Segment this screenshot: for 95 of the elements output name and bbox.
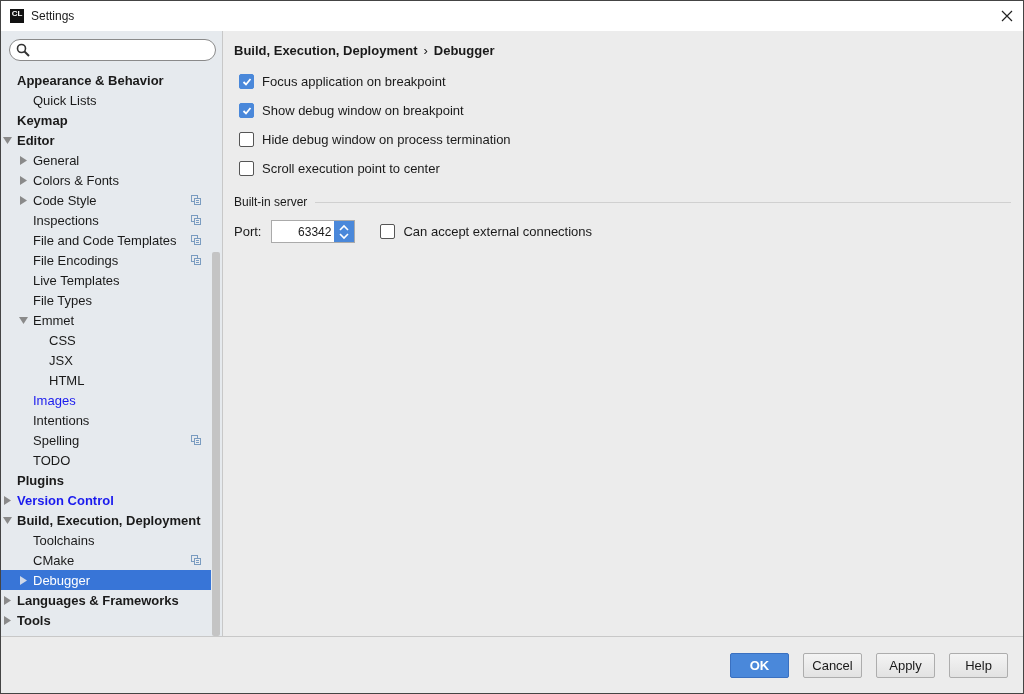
tree-item[interactable]: Toolchains <box>1 530 211 550</box>
tree-item-label: Quick Lists <box>33 92 98 108</box>
checkbox[interactable] <box>239 74 254 89</box>
section-title: Built-in server <box>234 195 308 209</box>
checkmark-icon <box>241 76 252 87</box>
tree-item-label: Version Control <box>17 492 115 508</box>
checkbox-label: Hide debug window on process termination <box>262 132 511 147</box>
expand-arrow-icon[interactable] <box>19 195 28 205</box>
port-label: Port: <box>234 224 262 239</box>
search-icon <box>16 43 30 57</box>
collapse-arrow-icon[interactable] <box>3 135 12 145</box>
tree-item[interactable]: Editor <box>1 130 211 150</box>
tree-item[interactable]: File Types <box>1 290 211 310</box>
tree-item[interactable]: Tools <box>1 610 211 630</box>
tree-item[interactable]: Code Style <box>1 190 211 210</box>
tree-item-label: Emmet <box>33 312 76 328</box>
tree-item-label: Debugger <box>33 572 92 588</box>
collapse-arrow-icon[interactable] <box>3 515 12 525</box>
tree-item[interactable]: Build, Execution, Deployment <box>1 510 211 530</box>
tree-item[interactable]: HTML <box>1 370 211 390</box>
breadcrumb-parent: Build, Execution, Deployment <box>234 43 418 58</box>
ok-button[interactable]: OK <box>730 652 789 678</box>
tree-item-label: JSX <box>49 352 74 368</box>
breadcrumb-separator: › <box>423 43 428 58</box>
tree-item[interactable]: Quick Lists <box>1 90 211 110</box>
checkbox-label: Focus application on breakpoint <box>262 74 446 89</box>
tree-item-label: File Encodings <box>33 252 120 268</box>
checkbox[interactable] <box>239 132 254 147</box>
tree-item-label: CSS <box>49 332 77 348</box>
tree-item-label: Toolchains <box>33 532 96 548</box>
tree-item-label: Intentions <box>33 412 91 428</box>
tree-item[interactable]: Debugger <box>1 570 211 590</box>
expand-arrow-icon[interactable] <box>19 175 28 185</box>
checkbox-label: Show debug window on breakpoint <box>262 103 464 118</box>
breadcrumb-current: Debugger <box>433 43 495 58</box>
tree-item[interactable]: TODO <box>1 450 211 470</box>
tree-item-label: Images <box>33 392 77 408</box>
tree-item[interactable]: JSX <box>1 350 211 370</box>
tree-item-label: Tools <box>17 612 52 628</box>
tree-item-label: TODO <box>33 452 72 468</box>
tree-item-label: Colors & Fonts <box>33 172 120 188</box>
checkbox[interactable] <box>239 161 254 176</box>
tree-item-label: CMake <box>33 552 76 568</box>
tree-item[interactable]: CSS <box>1 330 211 350</box>
expand-arrow-icon[interactable] <box>19 155 28 165</box>
close-icon[interactable] <box>1001 10 1013 22</box>
tree-item[interactable]: Spelling <box>1 430 211 450</box>
spinner-arrows-icon[interactable] <box>339 223 350 240</box>
tree-item-label: Appearance & Behavior <box>17 72 165 88</box>
tree-item-label: Code Style <box>33 192 98 208</box>
tree-item-label: HTML <box>49 372 86 388</box>
tree-item[interactable]: Appearance & Behavior <box>1 70 211 90</box>
expand-arrow-icon[interactable] <box>3 595 12 605</box>
tree-item[interactable]: Emmet <box>1 310 211 330</box>
search-field[interactable] <box>9 39 216 61</box>
window-title: Settings <box>31 9 76 23</box>
tree-item-label: Plugins <box>17 472 65 488</box>
tree-item-label: Languages & Frameworks <box>17 592 180 608</box>
expand-arrow-icon[interactable] <box>3 615 12 625</box>
port-spinner[interactable]: 63342 <box>271 220 356 243</box>
tree-item-label: Inspections <box>33 212 100 228</box>
app-logo-icon: CL <box>10 9 24 23</box>
tree-item[interactable]: Keymap <box>1 110 211 130</box>
tree-item[interactable]: Plugins <box>1 470 211 490</box>
tree-item-label: Editor <box>17 132 56 148</box>
checkbox[interactable] <box>380 224 396 239</box>
dialog-button[interactable]: Cancel <box>803 652 862 678</box>
checkmark-icon <box>241 105 252 116</box>
tree-item-label: Live Templates <box>33 272 121 288</box>
tree-item-label: Build, Execution, Deployment <box>17 512 201 528</box>
tree-item-label: Keymap <box>17 112 69 128</box>
expand-arrow-icon[interactable] <box>19 575 28 585</box>
tree-item[interactable]: Version Control <box>1 490 211 510</box>
tree-item[interactable]: Images <box>1 390 211 410</box>
tree-item[interactable]: Colors & Fonts <box>1 170 211 190</box>
tree-item[interactable]: General <box>1 150 211 170</box>
checkbox[interactable] <box>239 103 254 118</box>
dialog-button[interactable]: Help <box>949 652 1008 678</box>
tree-item-label: Spelling <box>33 432 81 448</box>
tree-item[interactable]: Languages & Frameworks <box>1 590 211 610</box>
tree-item-label: File Types <box>33 292 93 308</box>
tree-item[interactable]: File and Code Templates <box>1 230 211 250</box>
tree-item[interactable]: Inspections <box>1 210 211 230</box>
tree-item[interactable]: File Encodings <box>1 250 211 270</box>
tree-item[interactable]: CMake <box>1 550 211 570</box>
scrollbar-thumb[interactable] <box>212 252 220 636</box>
collapse-arrow-icon[interactable] <box>19 315 28 325</box>
expand-arrow-icon[interactable] <box>3 495 12 505</box>
checkbox-label: Can accept external connections <box>403 224 593 239</box>
checkbox-label: Scroll execution point to center <box>262 161 440 176</box>
tree-item-label: File and Code Templates <box>33 232 178 248</box>
dialog-button[interactable]: Apply <box>876 652 935 678</box>
tree-item-label: General <box>33 152 81 168</box>
tree-item[interactable]: Live Templates <box>1 270 211 290</box>
tree-item[interactable]: Intentions <box>1 410 211 430</box>
